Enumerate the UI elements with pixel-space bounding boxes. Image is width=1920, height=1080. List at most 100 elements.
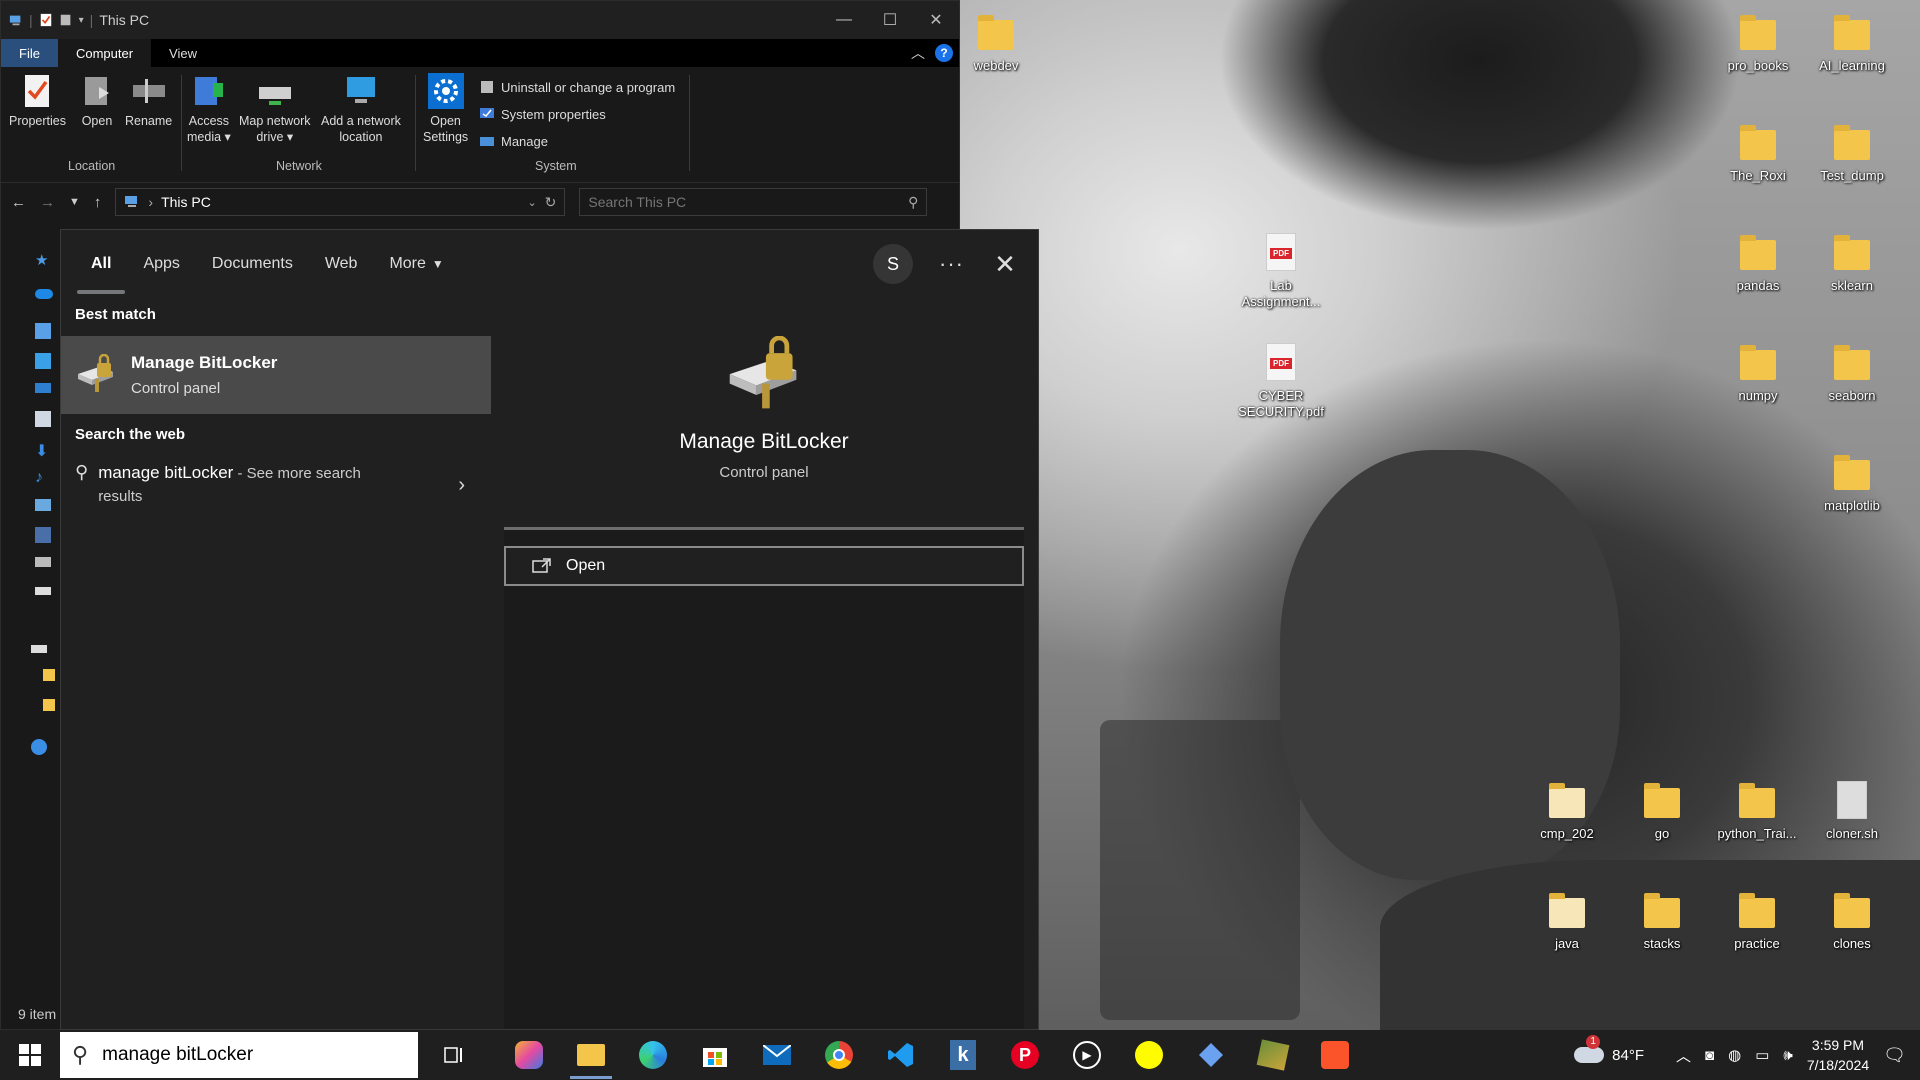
tab-all[interactable]: All — [75, 230, 127, 298]
close-button[interactable]: ✕ — [913, 1, 959, 39]
recent-locations-icon[interactable]: ▼ — [69, 196, 80, 208]
desktop-icon[interactable]: The_Roxi — [1710, 120, 1806, 184]
desktop-icon[interactable]: numpy — [1710, 340, 1806, 404]
web-search-result[interactable]: ⚲ manage bitLocker - See more search res… — [75, 462, 479, 508]
music-note-icon[interactable]: ♪ — [35, 469, 51, 486]
file-explorer-app[interactable] — [560, 1030, 622, 1080]
rename-button[interactable]: Rename — [125, 73, 172, 129]
edge-app[interactable] — [622, 1030, 684, 1080]
store-app[interactable] — [684, 1030, 746, 1080]
desktop-icon[interactable]: clones — [1804, 888, 1900, 952]
desktop-icon[interactable]: AI_learning — [1804, 10, 1900, 74]
globe-icon[interactable]: ◍ — [1728, 1046, 1741, 1064]
snapchat-app[interactable] — [1118, 1030, 1180, 1080]
copilot-app[interactable] — [498, 1030, 560, 1080]
up-arrow-icon[interactable]: ↑ — [94, 194, 102, 211]
desktop-icon[interactable]: CYBER SECURITY.pdf — [1233, 340, 1329, 420]
access-media-button[interactable]: Access media ▾ — [187, 73, 231, 145]
tab-computer[interactable]: Computer — [57, 39, 152, 67]
battery-icon[interactable]: ▭ — [1755, 1046, 1769, 1064]
chevron-right-icon[interactable]: › — [458, 474, 465, 497]
desktop-nav-icon[interactable] — [35, 383, 51, 393]
map-network-drive-button[interactable]: Map network drive ▾ — [239, 73, 311, 145]
notifications-icon[interactable]: 🗨 — [1883, 1045, 1906, 1066]
desktop-icon[interactable]: pandas — [1710, 230, 1806, 294]
camera-icon[interactable]: ◙ — [1705, 1047, 1714, 1064]
properties-quick-icon[interactable] — [39, 13, 53, 27]
desktop-icon[interactable]: webdev — [948, 10, 1044, 74]
folder-icon[interactable] — [43, 669, 55, 681]
desktop-icon[interactable]: seaborn — [1804, 340, 1900, 404]
maximize-button[interactable]: ☐ — [867, 1, 913, 39]
desktop-icon[interactable]: practice — [1709, 888, 1805, 952]
address-box[interactable]: › This PC ⌄ ↻ — [115, 188, 566, 216]
more-options-icon[interactable]: ··· — [939, 251, 964, 277]
tab-more[interactable]: More ▼ — [373, 230, 459, 298]
task-view-button[interactable] — [422, 1030, 484, 1080]
new-folder-quick-icon[interactable] — [59, 13, 73, 27]
mail-app[interactable] — [746, 1030, 808, 1080]
games-app[interactable] — [1242, 1030, 1304, 1080]
back-arrow-icon[interactable]: ← — [11, 194, 26, 211]
pictures-nav-icon[interactable] — [35, 499, 51, 511]
collapse-ribbon-icon[interactable]: ︿ — [911, 43, 925, 63]
start-button[interactable] — [0, 1030, 60, 1080]
manage-button[interactable]: Manage — [479, 133, 548, 149]
speaker-icon[interactable]: 🕪 — [1783, 1047, 1792, 1064]
taskbar-search-input[interactable]: manage bitLocker — [102, 1044, 253, 1066]
videos-nav-icon[interactable] — [35, 527, 51, 543]
avatar[interactable]: S — [873, 244, 914, 284]
network-drive-nav-icon[interactable] — [31, 645, 47, 653]
kotlin-app[interactable]: k — [932, 1030, 994, 1080]
folder-icon[interactable] — [43, 699, 55, 711]
downloads-arrow-icon[interactable]: ⬇ — [35, 441, 51, 460]
taskbar-search-box[interactable]: ⚲ manage bitLocker — [60, 1032, 418, 1078]
tab-documents[interactable]: Documents — [196, 230, 309, 298]
onedrive-cloud-icon[interactable] — [35, 289, 53, 299]
properties-button[interactable]: Properties — [9, 73, 66, 129]
tab-web[interactable]: Web — [309, 230, 374, 298]
clock[interactable]: 3:59 PM 7/18/2024 — [1807, 1035, 1869, 1075]
tab-apps[interactable]: Apps — [127, 230, 195, 298]
chevron-up-icon[interactable]: ︿ — [1676, 1045, 1691, 1066]
close-icon[interactable]: ✕ — [990, 249, 1020, 280]
explorer-search-input[interactable] — [588, 194, 909, 210]
uninstall-program-button[interactable]: Uninstall or change a program — [479, 79, 675, 95]
minimize-button[interactable]: — — [821, 1, 867, 39]
network-nav-icon[interactable] — [31, 739, 47, 755]
refresh-icon[interactable]: ↻ — [545, 194, 557, 211]
desktop-icon[interactable]: go — [1614, 778, 1710, 842]
media-player-app[interactable]: ▶ — [1056, 1030, 1118, 1080]
desktop-icon[interactable]: Lab Assignment... — [1233, 230, 1329, 310]
open-button[interactable]: Open — [79, 73, 115, 129]
desktop-icon[interactable]: cloner.sh — [1804, 778, 1900, 842]
desktop-icon[interactable]: java — [1519, 888, 1615, 952]
add-network-location-button[interactable]: Add a network location — [321, 73, 401, 145]
system-properties-button[interactable]: System properties — [479, 106, 606, 122]
weather-widget[interactable]: 1 84°F — [1574, 1034, 1644, 1064]
bing-app[interactable] — [1180, 1030, 1242, 1080]
3d-objects-icon[interactable] — [35, 353, 51, 369]
help-icon[interactable]: ? — [935, 44, 953, 62]
open-settings-button[interactable]: Open Settings — [423, 73, 468, 145]
breadcrumb[interactable]: This PC — [161, 194, 519, 210]
desktop-icon[interactable]: python_Trai... — [1709, 778, 1805, 842]
desktop-icon[interactable]: matplotlib — [1804, 450, 1900, 514]
pinterest-app[interactable]: P — [994, 1030, 1056, 1080]
brave-app[interactable] — [1304, 1030, 1366, 1080]
desktop-icon[interactable]: Test_dump — [1804, 120, 1900, 184]
open-action-button[interactable]: Open — [504, 546, 1024, 586]
explorer-search-box[interactable]: ⚲ — [579, 188, 928, 216]
drive-d-icon[interactable] — [35, 587, 51, 595]
vscode-app[interactable] — [870, 1030, 932, 1080]
chevron-down-icon[interactable]: ⌄ — [527, 196, 536, 209]
documents-nav-icon[interactable] — [35, 411, 51, 427]
chrome-app[interactable] — [808, 1030, 870, 1080]
tab-view[interactable]: View — [151, 39, 215, 67]
desktop-icon[interactable]: stacks — [1614, 888, 1710, 952]
customize-quick-access-icon[interactable]: ▾ — [79, 15, 84, 26]
desktop-icon[interactable]: pro_books — [1710, 10, 1806, 74]
forward-arrow-icon[interactable]: → — [40, 194, 55, 211]
tab-file[interactable]: File — [1, 39, 58, 67]
drive-c-icon[interactable] — [35, 557, 51, 567]
